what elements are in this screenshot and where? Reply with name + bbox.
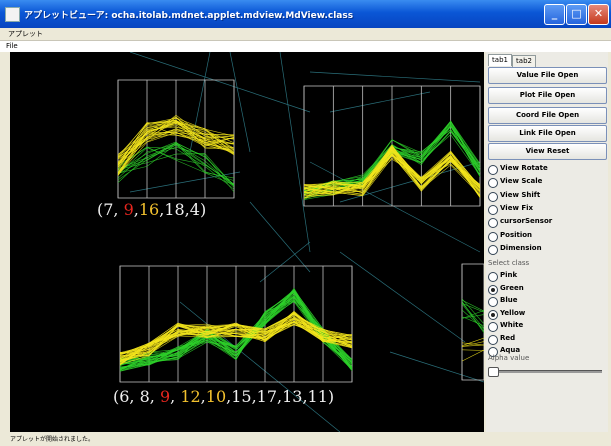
status-bar: アプレットが開始されました。 <box>10 436 95 443</box>
tab-tab1[interactable]: tab1 <box>488 54 512 66</box>
radio-icon[interactable] <box>488 218 498 229</box>
plot-file-open-button[interactable]: Plot File Open <box>488 87 607 104</box>
coord-file-open-button[interactable]: Coord File Open <box>488 107 607 124</box>
file-menu[interactable]: File <box>6 42 18 50</box>
mode-option-label: View Scale <box>500 177 543 186</box>
alpha-slider[interactable] <box>488 367 602 377</box>
sequence-label-2: (6, 8, 9, 12,10,15,17,13,11) <box>113 387 334 406</box>
applet-menu[interactable]: アプレット <box>8 29 43 39</box>
radio-icon[interactable] <box>488 309 498 320</box>
radio-icon[interactable] <box>488 178 498 189</box>
radio-icon[interactable] <box>488 272 498 282</box>
link-line <box>279 52 311 253</box>
class-option-label: Pink <box>500 271 518 279</box>
radio-icon[interactable] <box>488 322 498 332</box>
parallel-coordinates-plot <box>117 52 484 432</box>
visualization-canvas[interactable]: (7, 9,16,18,4) (6, 8, 9, 12,10,15,17,13,… <box>10 52 484 432</box>
sequence-2-part-7: ,15,17,13,11) <box>226 387 335 406</box>
radio-icon[interactable] <box>488 191 498 202</box>
class-option-label: Red <box>500 333 516 342</box>
mode-option-label: Position <box>500 230 533 239</box>
title-bar: アプレットビューア: ocha.itolab.mdnet.applet.mdvi… <box>0 0 611 28</box>
close-button[interactable]: ✕ <box>588 4 609 25</box>
mode-option-label: View Fix <box>500 203 534 212</box>
link-line <box>249 201 311 273</box>
minimize-button[interactable]: _ <box>544 4 565 25</box>
block-4-line <box>461 349 484 362</box>
tab-tab2[interactable]: tab2 <box>512 55 536 67</box>
radio-icon[interactable] <box>488 244 498 255</box>
alpha-slider-thumb[interactable] <box>488 367 499 377</box>
applet-viewer-icon <box>5 7 20 22</box>
link-line <box>329 91 431 113</box>
radio-icon[interactable] <box>488 165 498 175</box>
link-line <box>309 161 481 253</box>
file-bar: File <box>0 40 611 52</box>
maximize-button[interactable]: □ <box>566 4 587 25</box>
radio-icon[interactable] <box>488 231 498 242</box>
sequence-2-part-1: (6, 8, <box>113 387 160 406</box>
link-line <box>339 251 466 343</box>
radio-icon[interactable] <box>488 334 498 345</box>
link-line <box>389 351 484 383</box>
block-4-line <box>461 309 484 330</box>
menu-bar: アプレット <box>0 28 611 40</box>
class-option-label: Aqua <box>500 346 521 354</box>
class-option-label: White <box>500 321 524 329</box>
radio-icon[interactable] <box>488 297 498 307</box>
window-title: アプレットビューア: ocha.itolab.mdnet.applet.mdvi… <box>24 11 354 21</box>
radio-icon[interactable] <box>488 284 498 295</box>
view-reset-button[interactable]: View Reset <box>488 143 607 160</box>
mode-option-label: cursorSensor <box>500 217 553 226</box>
radio-icon[interactable] <box>488 204 498 215</box>
link-line <box>309 71 481 83</box>
link-line <box>229 52 251 153</box>
class-option-label: Green <box>500 283 524 292</box>
sequence-1-part-2: 9 <box>123 200 134 219</box>
block-4-frame <box>461 263 484 381</box>
value-file-open-button[interactable]: Value File Open <box>488 67 607 84</box>
block-4-line <box>461 349 484 351</box>
sequence-2-part-2: 9 <box>159 387 171 406</box>
control-panel: tab1 tab2 Value File Open Plot File Open… <box>486 52 608 432</box>
sequence-1-part-5: ,18,4) <box>159 200 207 219</box>
mode-option-label: View Shift <box>500 190 541 199</box>
class-option-label: Blue <box>500 296 518 304</box>
sequence-2-part-3: , <box>170 387 181 406</box>
sequence-1-part-4: 16 <box>138 200 160 219</box>
link-line <box>129 52 311 113</box>
alpha-value-label: Alpha value <box>488 354 530 362</box>
sequence-label-1: (7, 9,16,18,4) <box>97 200 206 219</box>
block-4-line <box>461 302 484 329</box>
sequence-1-part-1: (7, <box>97 200 124 219</box>
mode-option-label: View Rotate <box>500 164 548 172</box>
select-class-label: Select class <box>488 259 530 267</box>
sequence-2-part-4: 12 <box>180 387 201 406</box>
sequence-2-part-6: 10 <box>205 387 227 406</box>
mode-option-label: Dimension <box>500 243 542 252</box>
link-file-open-button[interactable]: Link File Open <box>488 125 607 142</box>
link-line <box>259 241 311 283</box>
class-option-label: Yellow <box>500 308 526 317</box>
